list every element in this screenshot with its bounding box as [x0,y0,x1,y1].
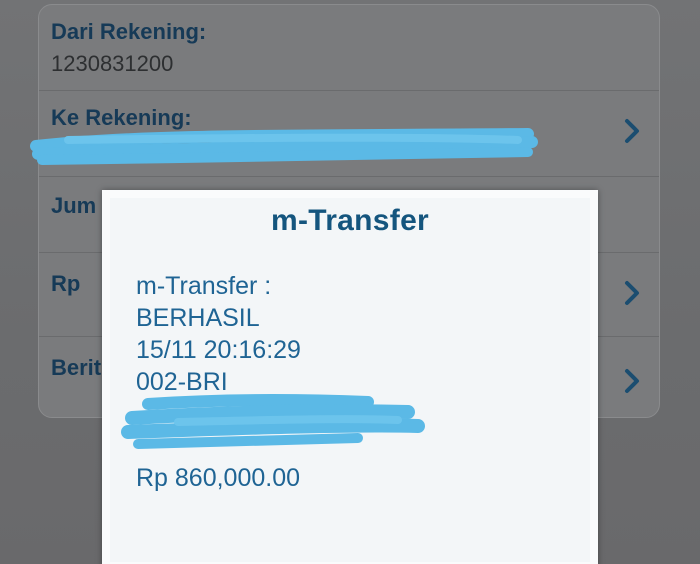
from-account-value: 1230831200 [51,51,174,76]
chevron-right-icon [621,117,643,145]
dialog-title: m-Transfer [270,204,430,237]
transfer-datetime: 15/11 20:16:29 [136,336,301,364]
from-account-row: Dari Rekening: 1230831200 [39,5,659,91]
account-redaction [121,394,425,449]
news-label: Berit [51,355,102,380]
status-text: BERHASIL [136,304,260,332]
status-header: m-Transfer : [136,272,272,300]
from-account-label: Dari Rekening: [51,19,207,44]
to-account-redaction [30,128,538,165]
currency-label: Rp [51,271,81,296]
screen: Dari Rekening: 1230831200 Ke Rekening: J… [0,0,700,564]
amount-label: Jum [51,193,97,218]
chevron-right-icon [621,279,643,307]
chevron-right-icon [621,367,643,395]
transfer-result-dialog: m-Transfer m-Transfer : BERHASIL 15/11 2… [102,190,598,564]
transfer-amount: Rp 860,000.00 [136,464,301,492]
